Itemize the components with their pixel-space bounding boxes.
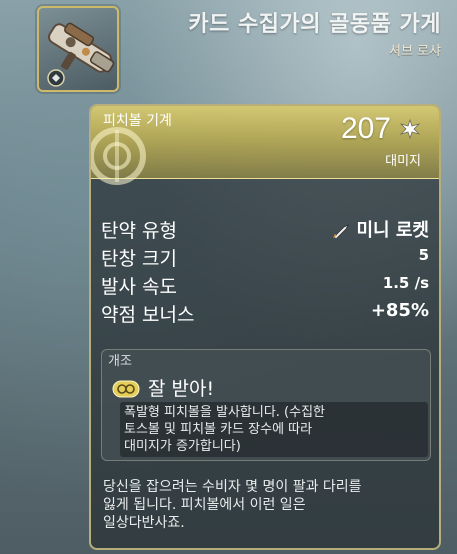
mod-header: 개조 — [108, 354, 132, 369]
mod-section[interactable]: 개조 잘 받아! 폭발형 피치볼을 발사합니다. (수집한 토스볼 및 피치볼 … — [101, 349, 431, 461]
stat-label: 발사 속도 — [101, 276, 177, 298]
stat-value: 5 — [418, 246, 429, 264]
stat-label: 탄창 크기 — [101, 248, 177, 270]
weapon-header: 피치볼 기계 207 대미지 — [91, 106, 439, 185]
stats-list: 탄약 유형 미니 로켓 탄창 크기 5 발사 속도 1.5 /s 약점 보너스 … — [101, 216, 429, 328]
mod-description-line: 대미지가 증가합니다) — [124, 439, 241, 454]
mod-description: 폭발형 피치볼을 발사합니다. (수집한 토스볼 및 피치볼 카드 장수에 따라… — [120, 402, 428, 457]
stat-row-ammo-type: 탄약 유형 미니 로켓 — [101, 216, 429, 244]
mod-description-line: 토스볼 및 피치볼 카드 장수에 따라 — [124, 422, 313, 437]
flavor-line: 잃게 됩니다. 피치볼에서 이런 일은 — [103, 497, 306, 513]
flavor-line: 일상다반사죠. — [103, 515, 185, 531]
stat-value: 미니 로켓 — [332, 216, 429, 242]
stat-value-text: 미니 로켓 — [356, 220, 429, 241]
stat-row-weakspot: 약점 보너스 +85% — [101, 300, 429, 328]
weapon-type-label: 피치볼 기계 — [103, 113, 172, 129]
damage-caption: 대미지 — [385, 154, 421, 169]
stat-label: 탄약 유형 — [101, 220, 177, 242]
stat-row-fire-rate: 발사 속도 1.5 /s — [101, 272, 429, 300]
weapon-gun-icon — [47, 22, 115, 87]
mod-description-line: 폭발형 피치볼을 발사합니다. (수집한 — [124, 405, 326, 420]
stat-value: 1.5 /s — [382, 274, 429, 292]
stat-row-magazine: 탄창 크기 5 — [101, 244, 429, 272]
weapon-detail-panel: 피치볼 기계 207 대미지 탄약 유형 미니 로켓 탄창 크기 5 발사 속도… — [89, 104, 441, 550]
stat-value: +85% — [370, 300, 429, 321]
stat-label: 약점 보너스 — [101, 304, 195, 326]
weapon-thumbnail[interactable] — [37, 6, 119, 92]
flavor-text: 당신을 잡으려는 수비자 몇 명이 팔과 다리를 잃게 됩니다. 피치볼에서 이… — [103, 478, 433, 532]
rocket-icon — [333, 224, 350, 239]
vendor-name: 셔브 로샤 — [389, 44, 441, 59]
mod-badge-icon — [112, 380, 140, 398]
page-title: 카드 수집가의 골동품 가게 — [188, 12, 441, 37]
damage-value: 207 — [340, 112, 391, 145]
mod-name: 잘 받아! — [148, 378, 215, 400]
flavor-line: 당신을 잡으려는 수비자 몇 명이 팔과 다리를 — [103, 479, 362, 495]
blast-icon — [399, 118, 421, 140]
